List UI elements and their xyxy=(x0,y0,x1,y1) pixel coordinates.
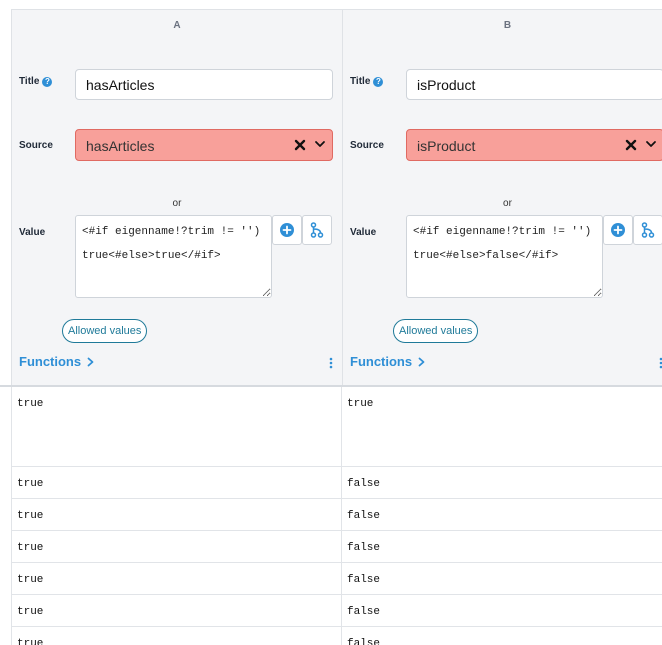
chevron-down-icon[interactable] xyxy=(645,138,657,150)
table-row: true false xyxy=(12,467,662,499)
column-config-panel: A Title ? Source hasArticles or Value <#… xyxy=(11,9,662,387)
table-row: true false xyxy=(12,563,662,595)
allowed-values-button[interactable]: Allowed values xyxy=(393,319,479,343)
column-letter: B xyxy=(503,20,512,31)
result-cell-b: true xyxy=(347,398,374,410)
branch-button[interactable] xyxy=(633,215,662,245)
table-row: true false xyxy=(12,595,662,627)
table-row: true false xyxy=(12,499,662,531)
chevron-down-icon[interactable] xyxy=(314,138,326,150)
branch-icon xyxy=(310,222,324,238)
source-label: Source xyxy=(19,140,53,151)
plus-circle-icon xyxy=(280,223,294,237)
kebab-menu-icon[interactable] xyxy=(656,356,662,370)
value-label: Value xyxy=(350,227,377,238)
or-separator: or xyxy=(503,198,512,209)
add-function-button[interactable] xyxy=(272,215,302,245)
value-textarea[interactable]: <#if eigenname!?trim != '')true<#else>tr… xyxy=(75,215,272,298)
source-select[interactable]: isProduct xyxy=(406,129,662,161)
add-function-button[interactable] xyxy=(603,215,633,245)
x-icon[interactable] xyxy=(625,139,637,151)
result-cell-a: true xyxy=(12,627,342,645)
result-cell-b: false xyxy=(347,478,381,490)
result-cell-a: true xyxy=(12,531,342,562)
value-textarea[interactable]: <#if eigenname!?trim != '')true<#else>fa… xyxy=(406,215,603,298)
column-a: A Title ? Source hasArticles or Value <#… xyxy=(12,10,342,387)
branch-button[interactable] xyxy=(302,215,332,245)
table-row: true false xyxy=(12,627,662,645)
kebab-menu-icon[interactable] xyxy=(326,356,336,370)
result-cell-a: true xyxy=(12,387,342,466)
result-cell-b: false xyxy=(347,574,381,586)
results-table: true true true false true false true false true f… xyxy=(11,387,662,645)
title-label-row: Title ? xyxy=(19,76,53,87)
allowed-values-button[interactable]: Allowed values xyxy=(62,319,148,343)
result-cell-a: true xyxy=(12,467,342,498)
table-row: true true xyxy=(12,387,662,467)
title-input[interactable] xyxy=(75,69,333,100)
title-input[interactable] xyxy=(406,69,662,100)
chevron-right-icon xyxy=(418,357,425,366)
source-select[interactable]: hasArticles xyxy=(75,129,333,161)
chevron-right-icon xyxy=(87,357,94,366)
branch-icon xyxy=(641,222,655,238)
result-cell-b: false xyxy=(347,510,381,522)
source-value: hasArticles xyxy=(86,138,155,154)
result-cell-a: true xyxy=(12,499,342,530)
functions-toggle[interactable]: Functions xyxy=(19,354,94,369)
column-b: B Title ? Source isProduct or Value <#if… xyxy=(342,10,662,387)
value-label: Value xyxy=(19,227,46,238)
column-letter: A xyxy=(173,20,181,31)
functions-label: Functions xyxy=(350,354,413,369)
functions-label: Functions xyxy=(19,354,82,369)
plus-circle-icon xyxy=(611,223,625,237)
result-cell-b: false xyxy=(347,542,381,554)
or-separator: or xyxy=(172,198,182,209)
result-cell-a: true xyxy=(12,595,342,626)
result-cell-a: true xyxy=(12,563,342,594)
source-value: isProduct xyxy=(417,138,476,154)
help-circle-icon[interactable]: ? xyxy=(42,76,53,87)
title-label: Title xyxy=(19,76,40,87)
table-row: true false xyxy=(12,531,662,563)
title-label: Title xyxy=(350,76,371,87)
result-cell-b: false xyxy=(347,606,381,618)
result-cell-b: false xyxy=(347,638,381,645)
help-circle-icon[interactable]: ? xyxy=(373,76,384,87)
functions-toggle[interactable]: Functions xyxy=(350,354,425,369)
x-icon[interactable] xyxy=(294,139,306,151)
source-label: Source xyxy=(350,140,384,151)
title-label-row: Title ? xyxy=(350,76,384,87)
